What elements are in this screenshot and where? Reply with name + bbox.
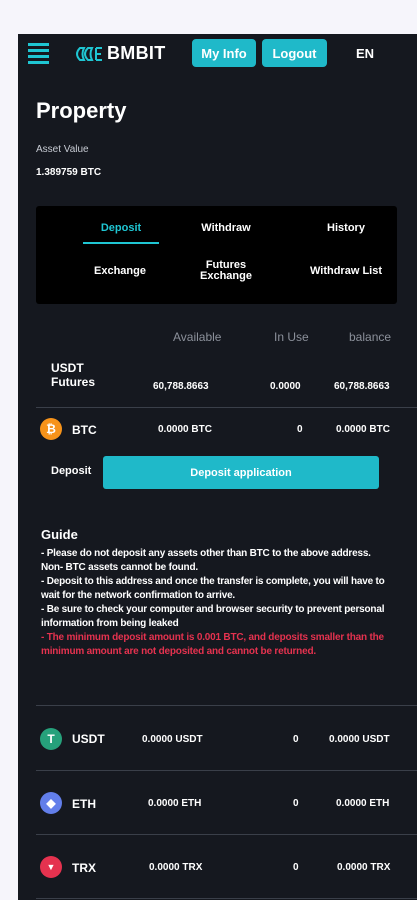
guide-section: Guide - Please do not deposit any assets… — [41, 527, 395, 659]
page-title: Property — [36, 98, 127, 123]
menu-icon[interactable] — [28, 43, 49, 64]
usdt-futures-label-line1: USDT — [51, 361, 84, 375]
btc-in-use: 0 — [297, 424, 303, 435]
usdt-in-use: 0 — [293, 734, 299, 745]
btc-balance: 0.0000 BTC — [336, 424, 390, 435]
deposit-application-button[interactable]: Deposit application — [103, 456, 379, 489]
tether-icon: T — [40, 728, 62, 750]
coin-name-trx: TRX — [72, 861, 96, 875]
bitcoin-icon: ₿ — [40, 418, 62, 440]
divider — [36, 407, 417, 408]
tab-history[interactable]: History — [306, 223, 386, 234]
usdt-balance: 0.0000 USDT — [329, 734, 390, 745]
guide-line: - Deposit to this address and once the t… — [41, 576, 385, 601]
tab-exchange[interactable]: Exchange — [80, 266, 160, 277]
my-info-button[interactable]: My Info — [192, 39, 256, 67]
guide-line: - Be sure to check your computer and bro… — [41, 604, 385, 629]
coin-name-btc: BTC — [72, 423, 97, 437]
logo-text: BMBIT — [107, 43, 166, 63]
deposit-label: Deposit — [51, 465, 92, 477]
divider — [36, 705, 417, 706]
tron-icon: ▼ — [40, 856, 62, 878]
tab-deposit[interactable]: Deposit — [83, 223, 159, 234]
tab-futures-exchange-line2: Exchange — [200, 270, 252, 282]
tab-futures-exchange[interactable]: Futures Exchange — [186, 260, 266, 282]
ethereum-icon: ◆ — [40, 792, 62, 814]
column-header-in-use: In Use — [274, 330, 309, 344]
app-frame: BMBIT My Info Logout EN Property Asset V… — [18, 34, 417, 900]
usdt-futures-in-use: 0.0000 — [270, 381, 301, 392]
trx-balance: 0.0000 TRX — [337, 862, 391, 873]
guide-title: Guide — [41, 527, 78, 542]
usdt-futures-label-line2: Futures — [51, 375, 96, 389]
trx-in-use: 0 — [293, 862, 299, 873]
trx-available: 0.0000 TRX — [149, 862, 203, 873]
guide-warning: - The minimum deposit amount is 0.001 BT… — [41, 632, 384, 657]
column-header-available: Available — [173, 330, 222, 344]
eth-available: 0.0000 ETH — [148, 798, 202, 809]
divider — [36, 770, 417, 771]
divider — [36, 898, 417, 899]
usdt-futures-label: USDT Futures — [51, 361, 95, 389]
logo-icon — [76, 46, 102, 61]
eth-balance: 0.0000 ETH — [336, 798, 390, 809]
asset-value: 1.389759 BTC — [36, 167, 102, 178]
divider — [36, 834, 417, 835]
tab-withdraw[interactable]: Withdraw — [186, 223, 266, 234]
coin-name-usdt: USDT — [72, 732, 105, 746]
coin-name-eth: ETH — [72, 797, 96, 811]
usdt-futures-balance: 60,788.8663 — [334, 381, 390, 392]
header: BMBIT My Info Logout EN — [18, 34, 417, 74]
guide-line: - Please do not deposit any assets other… — [41, 548, 371, 573]
active-tab-indicator — [83, 242, 159, 244]
column-header-balance: balance — [349, 330, 392, 344]
logo[interactable]: BMBIT — [76, 43, 166, 64]
usdt-futures-available: 60,788.8663 — [153, 381, 209, 392]
tab-panel: Deposit Withdraw History Exchange Future… — [36, 206, 397, 304]
tab-withdraw-list[interactable]: Withdraw List — [296, 266, 396, 277]
asset-value-label: Asset Value — [36, 144, 89, 155]
eth-in-use: 0 — [293, 798, 299, 809]
btc-available: 0.0000 BTC — [158, 424, 212, 435]
language-selector[interactable]: EN — [356, 46, 374, 61]
usdt-available: 0.0000 USDT — [142, 734, 203, 745]
logout-button[interactable]: Logout — [262, 39, 327, 67]
